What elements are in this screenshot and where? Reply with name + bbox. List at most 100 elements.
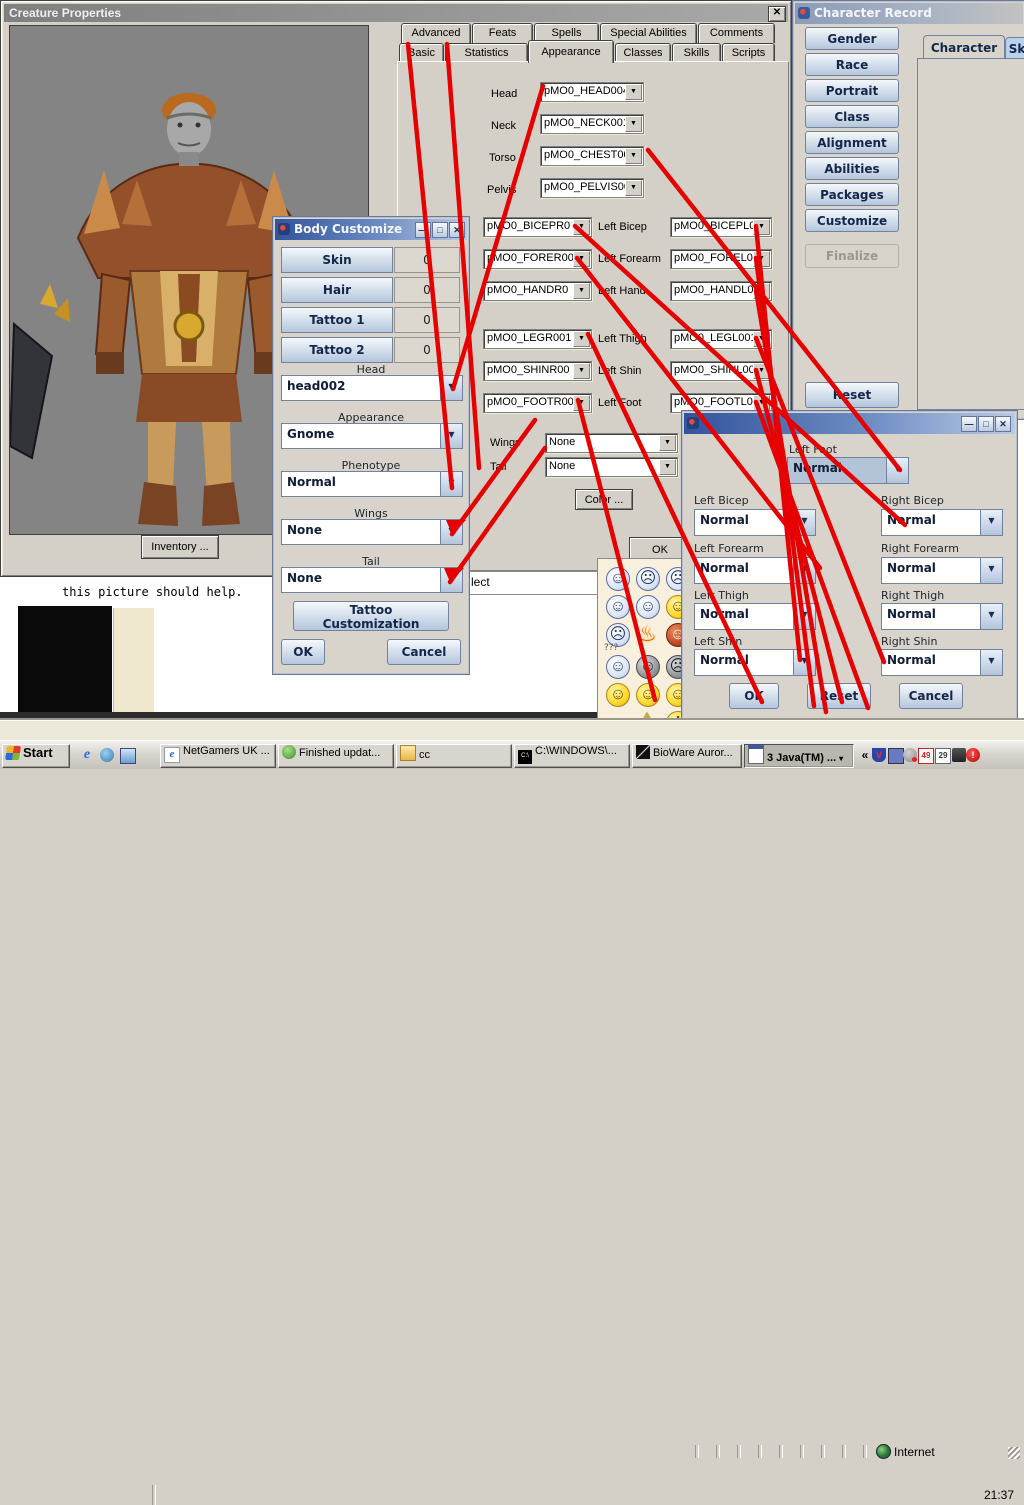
tray-overflow-chevron[interactable]: « (858, 748, 872, 762)
messenger-tray-icon[interactable] (903, 748, 917, 762)
select-button-fragment[interactable]: lect (462, 571, 608, 595)
tail-combobox[interactable]: None▼ (545, 457, 678, 477)
chevron-down-icon[interactable]: ▼ (625, 116, 642, 132)
ok-button[interactable]: OK (281, 639, 325, 665)
tattoo-customization-button[interactable]: Tattoo Customization (293, 601, 449, 631)
left-shin-combobox[interactable]: pMO0_SHINR00▼ (483, 361, 592, 381)
start-button[interactable]: Start (2, 744, 70, 768)
right-thigh-combobox[interactable]: Normal▼ (881, 603, 1003, 630)
chevron-down-icon[interactable]: ▼ (440, 376, 462, 400)
chevron-down-icon[interactable]: ▼ (753, 331, 770, 347)
task-cc-folder[interactable]: cc (396, 744, 512, 768)
close-icon[interactable]: ✕ (449, 222, 465, 238)
chevron-down-icon[interactable]: ▼ (573, 219, 590, 235)
chevron-down-icon[interactable]: ▼ (573, 283, 590, 299)
antivirus-shield-icon[interactable]: V (872, 748, 886, 762)
smiley-confused[interactable]: ☺ (606, 655, 630, 679)
chevron-down-icon[interactable]: ▼ (625, 180, 642, 196)
tab-character[interactable]: Character (923, 35, 1005, 60)
smiley-annoyed[interactable]: ☺ (606, 683, 630, 707)
left-thigh-combobox[interactable]: pMO0_LEGR001▼ (483, 329, 592, 349)
task-netgamers[interactable]: eNetGamers UK ... (160, 744, 276, 768)
close-icon[interactable]: ✕ (768, 6, 786, 22)
smiley-big-grin[interactable]: ☺ (636, 683, 660, 707)
outlook-quicklaunch-icon[interactable] (120, 748, 136, 764)
badge-29-icon[interactable]: 29 (935, 748, 951, 764)
chevron-down-icon[interactable]: ▼ (753, 395, 770, 411)
chevron-down-icon[interactable]: ▼ (625, 148, 642, 164)
tray-app-icon[interactable] (952, 748, 966, 762)
cancel-button[interactable]: Cancel (899, 683, 963, 709)
chevron-down-icon[interactable]: ▼ (440, 424, 462, 448)
appearance-field-combobox[interactable]: Gnome▼ (281, 423, 463, 449)
left-shin-combobox[interactable]: Normal▼ (694, 649, 816, 676)
smiley-flame[interactable]: ♨ (636, 623, 658, 645)
smiley-grin[interactable]: ☺ (636, 595, 660, 619)
display-icon[interactable] (888, 748, 904, 764)
chevron-down-icon[interactable]: ▼ (793, 604, 815, 629)
pelvis-combobox[interactable]: pMO0_PELVIS00▼ (540, 178, 644, 198)
portrait-button[interactable]: Portrait (805, 79, 899, 102)
chevron-down-icon[interactable]: ▼ (753, 283, 770, 299)
chevron-down-icon[interactable]: ▼ (659, 459, 676, 475)
tattoo1-button[interactable]: Tattoo 1 (281, 307, 393, 333)
chevron-down-icon[interactable]: ▼ (625, 84, 642, 100)
reset-button[interactable]: Reset (807, 683, 871, 709)
color-button[interactable]: Color ... (575, 489, 633, 510)
smiley-smile[interactable]: ☺ (606, 567, 630, 591)
minimize-icon[interactable]: — (415, 222, 431, 238)
cancel-button[interactable]: Cancel (387, 639, 461, 665)
customize-button[interactable]: Customize (805, 209, 899, 232)
hair-button[interactable]: Hair (281, 277, 393, 303)
tab-feats[interactable]: Feats (472, 23, 533, 43)
right-thigh-combobox[interactable]: pMO0_LEGL001▼ (670, 329, 772, 349)
chevron-down-icon[interactable]: ▼ (440, 568, 462, 592)
tab-special-abilities[interactable]: Special Abilities (600, 23, 697, 43)
tab-comments[interactable]: Comments (698, 23, 775, 43)
resize-grip[interactable] (1008, 1447, 1020, 1459)
maximize-icon[interactable]: □ (432, 222, 448, 238)
creature-properties-titlebar[interactable]: Creature Properties (4, 4, 788, 22)
torso-combobox[interactable]: pMO0_CHEST00▼ (540, 146, 644, 166)
task-bioware-aurora[interactable]: BioWare Auror... (632, 744, 742, 768)
wings-field-combobox[interactable]: None▼ (281, 519, 463, 545)
tab-classes[interactable]: Classes (615, 43, 671, 62)
right-shin-combobox[interactable]: Normal▼ (881, 649, 1003, 676)
gender-button[interactable]: Gender (805, 27, 899, 50)
phenotype-field-combobox[interactable]: Normal▼ (281, 471, 463, 497)
right-bicep-combobox[interactable]: Normal▼ (881, 509, 1003, 536)
tab-scripts[interactable]: Scripts (722, 43, 775, 62)
head-field-combobox[interactable]: head002▼ (281, 375, 463, 401)
left-hand-combobox[interactable]: pMO0_HANDR0▼ (483, 281, 592, 301)
tattoo2-button[interactable]: Tattoo 2 (281, 337, 393, 363)
task-command-prompt[interactable]: C:\C:\WINDOWS\... (514, 744, 630, 768)
left-bicep-combobox[interactable]: pMO0_BICEPR0▼ (483, 217, 592, 237)
chevron-down-icon[interactable]: ▼ (659, 435, 676, 451)
chevron-down-icon[interactable]: ▼ (980, 650, 1002, 675)
tab-skills[interactable]: Sk (1005, 37, 1024, 60)
arrow-icon[interactable]: → (606, 711, 628, 719)
finalize-button[interactable]: Finalize (805, 244, 899, 268)
inventory-button[interactable]: Inventory ... (141, 535, 219, 559)
tab-statistics[interactable]: Statistics (445, 43, 528, 62)
left-bicep-combobox[interactable]: Normal▼ (694, 509, 816, 536)
left-forearm-combobox[interactable]: Normal▼ (694, 557, 816, 584)
left-thigh-combobox[interactable]: Normal▼ (694, 603, 816, 630)
top-part-combobox[interactable]: Normal▼ (787, 457, 909, 484)
chevron-down-icon[interactable]: ▼ (886, 458, 908, 483)
chevron-down-icon[interactable]: ▼ (980, 604, 1002, 629)
chevron-down-icon[interactable]: ▼ (573, 331, 590, 347)
ie-quicklaunch-icon[interactable]: e (80, 748, 94, 762)
ok-button[interactable]: OK (729, 683, 779, 709)
chevron-down-icon[interactable]: ▼ (793, 510, 815, 535)
tab-appearance[interactable]: Appearance (528, 40, 614, 63)
wings-combobox[interactable]: None▼ (545, 433, 678, 453)
maximize-icon[interactable]: □ (978, 416, 994, 432)
left-foot-combobox[interactable]: pMO0_FOOTR00▼ (483, 393, 592, 413)
chevron-down-icon[interactable]: ▼ (753, 251, 770, 267)
chevron-down-icon[interactable]: ▼ (980, 558, 1002, 583)
class-button[interactable]: Class (805, 105, 899, 128)
smiley-frown[interactable]: ☹ (636, 567, 660, 591)
tab-basic[interactable]: Basic (399, 43, 444, 62)
smiley-yawn[interactable]: ☺ (606, 595, 630, 619)
